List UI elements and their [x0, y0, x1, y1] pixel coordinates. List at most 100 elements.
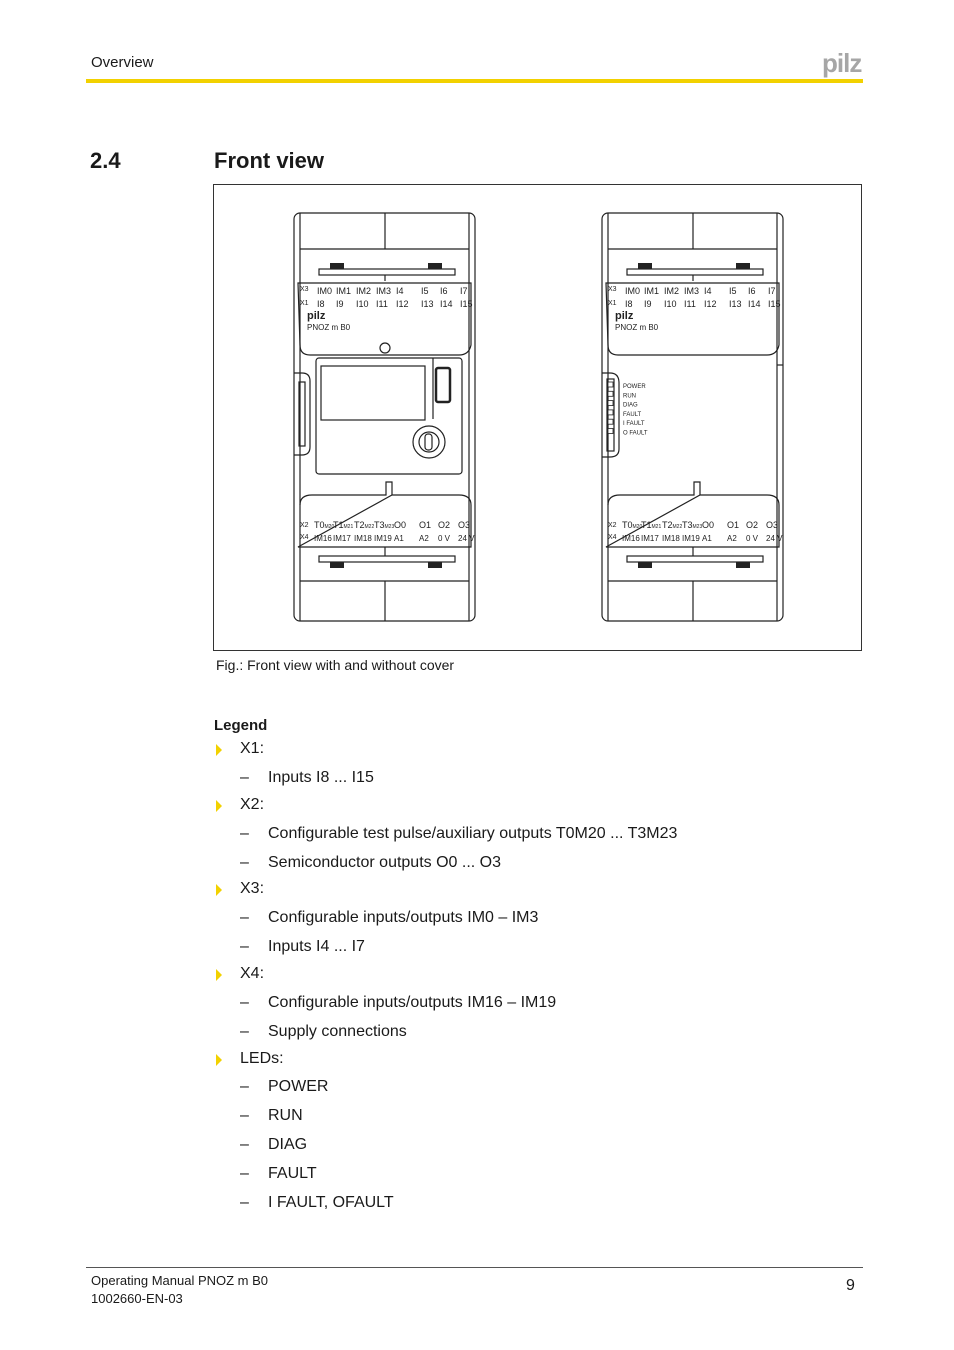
terminal-x1-I10: I10 — [356, 299, 369, 309]
led-icon — [607, 409, 614, 416]
terminal-x2-T3: T3M23 — [374, 520, 394, 530]
terminal-x1-I8: I8 — [317, 299, 325, 309]
terminal-x3-I4: I4 — [396, 286, 404, 296]
terminal-label-x2: X2 — [608, 522, 617, 529]
terminal-x2-T2: T2M22 — [662, 520, 682, 530]
chip-card-slot — [412, 425, 446, 459]
terminal-x2-O0: O0 — [394, 520, 406, 530]
terminal-x2-O1: O1 — [419, 520, 431, 530]
footer-manual-title: Operating Manual PNOZ m B0 — [91, 1273, 269, 1288]
device-brand-logo: pilz — [307, 310, 326, 322]
terminal-x2-T2: T2M22 — [354, 520, 374, 530]
terminal-x4-A1: A1 — [394, 534, 404, 543]
terminal-x4-IM18: IM18 — [662, 534, 680, 543]
legend-item: Semiconductor outputs O0 ... O3 — [268, 854, 502, 871]
led-icon — [607, 390, 614, 397]
terminal-x2-O1: O1 — [727, 520, 739, 530]
bottom-latch-right — [428, 562, 442, 568]
legend-group-label: X2: — [240, 796, 265, 813]
led-label: O FAULT — [623, 431, 648, 437]
page-number: 9 — [846, 1277, 855, 1294]
dash-marker: – — [240, 769, 249, 786]
terminal-x1-I14: I14 — [440, 299, 453, 309]
section-title: Front view — [214, 148, 325, 173]
terminal-x3-I6: I6 — [440, 286, 448, 296]
device-model-label: PNOZ m B0 — [307, 323, 351, 332]
terminal-x3-IM2: IM2 — [356, 286, 371, 296]
terminal-x2-O2: O2 — [746, 520, 758, 530]
legend-group-label: X3: — [240, 880, 265, 897]
terminal-x1-I15: I15 — [460, 299, 473, 309]
chip-card-slot-icon — [424, 433, 433, 451]
header-rule — [86, 79, 863, 83]
device-model-label: PNOZ m B0 — [615, 323, 659, 332]
terminal-x4-A2: A2 — [419, 534, 429, 543]
terminal-x1-I10: I10 — [664, 299, 677, 309]
terminal-x1-I14: I14 — [748, 299, 761, 309]
dash-marker: – — [240, 1078, 249, 1095]
terminal-label-x1: X1 — [300, 300, 309, 307]
legend-item: POWER — [268, 1078, 329, 1095]
led-label: POWER — [623, 384, 646, 390]
legend-item: DIAG — [268, 1136, 308, 1153]
terminal-x2-T3: T3M23 — [682, 520, 702, 530]
terminal-x1-I13: I13 — [729, 299, 742, 309]
screw-icon — [379, 342, 391, 354]
terminal-label-x3: X3 — [608, 286, 617, 293]
terminal-x4-24 V: 24 V — [766, 534, 783, 543]
terminal-x1-I11: I11 — [684, 299, 696, 309]
terminal-x2-O0: O0 — [702, 520, 714, 530]
terminal-x4-IM16: IM16 — [314, 534, 332, 543]
terminal-x2-T1: T1M21 — [333, 520, 353, 530]
terminal-x4-IM17: IM17 — [333, 534, 351, 543]
terminal-x3-I7: I7 — [460, 286, 468, 296]
legend-item: Configurable test pulse/auxiliary output… — [268, 825, 678, 842]
dash-marker: – — [240, 854, 249, 871]
front-view-drawing: X3 IM0 IM1 IM2 IM3 I4 I5 I6 I7 X1 I8 I9 I10 I11 I12 I13… — [293, 212, 784, 622]
dash-marker: – — [240, 1023, 249, 1040]
legend-group-label: LEDs: — [240, 1050, 284, 1067]
dash-marker: – — [240, 1107, 249, 1124]
terminal-x4-IM18: IM18 — [354, 534, 372, 543]
bullet-icon — [216, 744, 222, 756]
terminal-x3-IM2: IM2 — [664, 286, 679, 296]
bottom-rail — [626, 555, 764, 563]
device-without-cover: X3 IM0 IM1 IM2 IM3 I4 I5 I6 I7 X1 I8 I9 I10 I11 I12 I13… — [601, 212, 784, 622]
led-icon — [607, 428, 614, 434]
led-label: I FAULT — [623, 421, 645, 427]
terminal-x2-T1: T1M21 — [641, 520, 661, 530]
terminal-x1-I15: I15 — [768, 299, 781, 309]
legend-item: Supply connections — [268, 1023, 407, 1040]
led-label: FAULT — [623, 412, 642, 418]
header-section-label: Overview — [91, 54, 154, 71]
dash-marker: – — [240, 1136, 249, 1153]
display-window — [320, 365, 426, 421]
legend-group-label: X4: — [240, 965, 265, 982]
terminal-x3-IM0: IM0 — [317, 286, 332, 296]
terminal-x2-O3: O3 — [766, 520, 778, 530]
bullet-icon — [216, 800, 222, 812]
terminal-x4-0 V: 0 V — [746, 534, 759, 543]
dash-marker: – — [240, 994, 249, 1011]
lower-tab — [378, 481, 393, 496]
terminal-x4-IM17: IM17 — [641, 534, 659, 543]
top-latch-right — [736, 263, 750, 269]
terminal-x3-I6: I6 — [748, 286, 756, 296]
top-latch-right — [428, 263, 442, 269]
dash-marker: – — [240, 1194, 249, 1211]
terminal-x3-I5: I5 — [729, 286, 737, 296]
terminal-x4-0 V: 0 V — [438, 534, 451, 543]
device-brand-logo: pilz — [615, 310, 634, 322]
bullet-icon — [216, 969, 222, 981]
terminal-x4-IM19: IM19 — [682, 534, 700, 543]
led-icon — [607, 400, 614, 407]
dash-marker: – — [240, 825, 249, 842]
led-icon — [607, 418, 614, 425]
terminal-x4-24 V: 24 V — [458, 534, 475, 543]
legend-group-label: X1: — [240, 740, 265, 757]
bullet-icon — [216, 1054, 222, 1066]
chip-card-inner — [418, 431, 440, 453]
terminal-x3-IM1: IM1 — [644, 286, 659, 296]
terminal-label-x2: X2 — [300, 522, 309, 529]
terminal-x4-IM16: IM16 — [622, 534, 640, 543]
